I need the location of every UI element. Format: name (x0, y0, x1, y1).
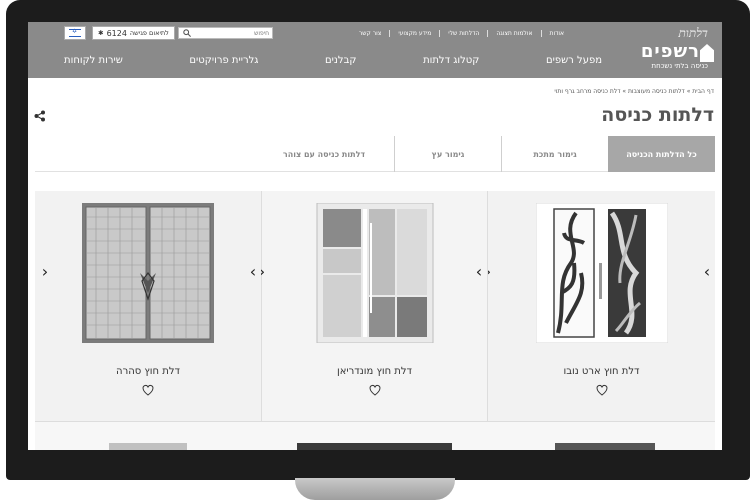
top-link-contact[interactable]: צור קשר (351, 30, 389, 37)
page-title: דלתות כניסה (601, 104, 714, 126)
tab-wood-finish[interactable]: גימור עץ (394, 136, 501, 172)
nav-catalog[interactable]: קטלוג דלתות (423, 55, 479, 77)
nav-factory[interactable]: מפעל רשפים (546, 55, 602, 77)
carousel-next-icon[interactable]: › (247, 264, 259, 280)
phone-number: 6124 (106, 28, 127, 38)
carousel-next-icon[interactable]: › (473, 264, 485, 280)
art-nouveau-door-image (535, 203, 668, 343)
asterisk-icon: ✱ (98, 29, 104, 37)
heart-icon[interactable] (141, 383, 155, 397)
product-card[interactable]: דלת חוץ ארט נובו › ‹ (485, 191, 715, 421)
carousel-prev-icon[interactable]: ‹ (39, 264, 51, 280)
carousel-next-icon[interactable]: › (701, 264, 713, 280)
search-icon[interactable] (181, 28, 192, 38)
top-link-my-doors[interactable]: הדלתות שלי (439, 30, 487, 37)
product-name[interactable]: דלת חוץ ארט נובו (488, 366, 715, 377)
logo-script: דלתות (678, 26, 708, 40)
share-icon[interactable] (34, 110, 46, 122)
product-name[interactable]: דלת חוץ סהרה (35, 366, 261, 377)
website-screen: דלתות רשפים כניסה בלתי נשכחת אודות אולמו… (28, 22, 722, 450)
product-card[interactable]: דלת חוץ סהרה › ‹ (35, 191, 261, 421)
nav-gallery[interactable]: גלריית פרויקטים (189, 55, 258, 77)
search-input[interactable] (192, 28, 272, 38)
product-card[interactable]: דלת חוץ מונדריאן › ‹ (259, 191, 488, 421)
heart-icon[interactable] (368, 383, 382, 397)
sahara-door-image (82, 203, 214, 343)
product-card-next-row[interactable] (488, 421, 715, 450)
nav-contractors[interactable]: קבלנים (325, 55, 356, 77)
door-preview-top (555, 443, 655, 450)
top-link-showrooms[interactable]: אולמות תצוגה (487, 30, 540, 37)
category-tabs: כל הדלתות הכניסה גימור מתכת גימור עץ דלת… (35, 136, 715, 172)
product-card-next-row[interactable] (261, 421, 488, 450)
top-link-about[interactable]: אודות (540, 30, 573, 37)
door-preview-top (297, 443, 452, 450)
product-grid: דלת חוץ ארט נובו › ‹ דלת חוץ מונדריאן › … (35, 191, 715, 450)
tab-all-doors[interactable]: כל הדלתות הכניסה (608, 136, 715, 172)
search-icon-svg (182, 29, 191, 37)
product-name[interactable]: דלת חוץ מונדריאן (262, 366, 487, 377)
door-preview-top (109, 443, 187, 450)
nav-customer-service[interactable]: שירות לקוחות (64, 55, 123, 77)
heart-icon[interactable] (595, 383, 609, 397)
israel-flag-icon (69, 28, 81, 37)
tab-metal-finish[interactable]: גימור מתכת (501, 136, 608, 172)
top-links: אודות אולמות תצוגה הדלתות שלי מידע מקצוע… (351, 30, 572, 37)
appointment-label: לתיאום פגישה (129, 29, 169, 37)
product-card-next-row[interactable] (35, 421, 261, 450)
site-header: דלתות רשפים כניסה בלתי נשכחת אודות אולמו… (28, 22, 722, 78)
mondrian-door-image (316, 203, 433, 343)
main-nav: מפעל רשפים קטלוג דלתות קבלנים גלריית פרו… (28, 55, 722, 77)
language-flag-icon[interactable] (64, 26, 86, 40)
monitor-frame: דלתות רשפים כניסה בלתי נשכחת אודות אולמו… (0, 0, 750, 500)
monitor-stand (295, 478, 455, 500)
appointment-button[interactable]: לתיאום פגישה 6124 ✱ (92, 26, 175, 40)
breadcrumb[interactable]: דף הבית » דלתות כניסה מעוצבות » דלת כניס… (554, 88, 714, 95)
top-link-pro-info[interactable]: מידע מקצועי (389, 30, 439, 37)
search-box (178, 27, 273, 39)
tab-doors-with-window[interactable]: דלתות כניסה עם צוהר (254, 136, 394, 172)
